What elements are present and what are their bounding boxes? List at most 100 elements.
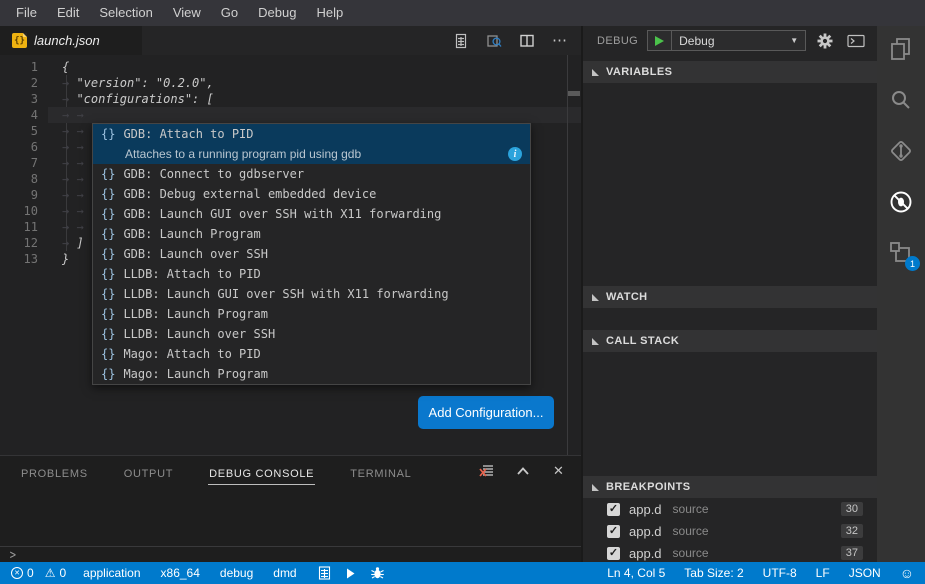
suggestion-item[interactable]: {} Mago: Launch Program i bbox=[93, 364, 530, 384]
code-text: "version": "0.2.0", bbox=[76, 76, 213, 90]
explorer-icon[interactable] bbox=[887, 35, 915, 63]
status-item[interactable]: dmd bbox=[273, 566, 296, 580]
breakpoint-kind: source bbox=[673, 524, 709, 538]
panel-tab[interactable]: PROBLEMS bbox=[20, 460, 89, 485]
panel-tab[interactable]: TERMINAL bbox=[349, 460, 412, 485]
line-number: 7 bbox=[0, 155, 38, 171]
whitespace-marks: → → bbox=[62, 188, 91, 202]
suggestion-label: Mago: Launch Program bbox=[123, 367, 268, 381]
whitespace-marks: → → bbox=[62, 124, 91, 138]
more-actions-icon[interactable]: ⋯ bbox=[551, 32, 569, 50]
search-icon[interactable] bbox=[887, 86, 915, 114]
configure-gear-icon[interactable] bbox=[817, 33, 833, 49]
breakpoint-row[interactable]: ✓ app.d source 32 bbox=[583, 520, 877, 542]
section-watch[interactable]: WATCH bbox=[583, 286, 877, 308]
breakpoint-checkbox[interactable]: ✓ bbox=[607, 525, 620, 538]
close-panel-icon[interactable]: ✕ bbox=[550, 462, 567, 479]
whitespace-marks: → → bbox=[62, 172, 91, 186]
menu-item[interactable]: Help bbox=[306, 0, 353, 26]
breakpoint-row[interactable]: ✓ app.d source 30 bbox=[583, 498, 877, 520]
line-number: 11 bbox=[0, 219, 38, 235]
whitespace-marks: → bbox=[62, 76, 76, 90]
project-file-icon[interactable] bbox=[318, 566, 331, 580]
tab-filename: launch.json bbox=[34, 33, 100, 48]
launch-control-group: Debug ▼ bbox=[647, 30, 806, 51]
extensions-icon[interactable]: 1 bbox=[887, 239, 915, 267]
tab-launch-json[interactable]: {} launch.json bbox=[0, 26, 142, 55]
menu-item[interactable]: Go bbox=[211, 0, 248, 26]
snippet-braces-icon: {} bbox=[101, 127, 115, 141]
run-icon[interactable] bbox=[345, 567, 356, 580]
suggestion-item[interactable]: {} GDB: Debug external embedded device i bbox=[93, 184, 530, 204]
breakpoint-checkbox[interactable]: ✓ bbox=[607, 503, 620, 516]
bug-icon[interactable] bbox=[370, 566, 385, 580]
debug-configuration-select[interactable]: Debug ▼ bbox=[672, 31, 805, 50]
breakpoint-row[interactable]: ✓ app.d source 37 bbox=[583, 542, 877, 564]
panel-tab[interactable]: OUTPUT bbox=[123, 460, 174, 485]
menu-item[interactable]: View bbox=[163, 0, 211, 26]
breakpoint-checkbox[interactable]: ✓ bbox=[607, 547, 620, 560]
menu-item[interactable]: File bbox=[6, 0, 47, 26]
suggestion-label: LLDB: Launch GUI over SSH with X11 forwa… bbox=[123, 287, 448, 301]
panel-tab[interactable]: DEBUG CONSOLE bbox=[208, 460, 315, 485]
debug-console-toggle-icon[interactable] bbox=[847, 34, 865, 48]
twisty-icon bbox=[592, 69, 599, 76]
console-input-divider bbox=[0, 546, 581, 547]
status-item[interactable]: JSON bbox=[849, 566, 881, 580]
snippet-braces-icon: {} bbox=[101, 247, 115, 261]
suggestion-item[interactable]: {} LLDB: Attach to PID i bbox=[93, 264, 530, 284]
menu-item[interactable]: Selection bbox=[89, 0, 162, 26]
split-editor-icon[interactable] bbox=[518, 32, 536, 50]
code-line: 3→ "configurations": [ bbox=[0, 91, 581, 107]
suggestion-item[interactable]: {} GDB: Launch over SSH i bbox=[93, 244, 530, 264]
line-number: 9 bbox=[0, 187, 38, 203]
breakpoint-line-badge: 30 bbox=[841, 502, 863, 516]
problems-indicator[interactable]: ✕ 0 ⚠ 0 bbox=[11, 566, 66, 580]
suggestion-item[interactable]: {} LLDB: Launch over SSH i bbox=[93, 324, 530, 344]
suggestion-item[interactable]: {} GDB: Launch Program i bbox=[93, 224, 530, 244]
suggestion-item[interactable]: {} GDB: Attach to PID Attaches to a runn… bbox=[93, 124, 530, 164]
breakpoints-list: ✓ app.d source 30 ✓ app.d source 32 ✓ ap… bbox=[583, 498, 877, 564]
status-item[interactable]: Ln 4, Col 5 bbox=[607, 566, 665, 580]
feedback-smiley-icon[interactable]: ☺ bbox=[900, 566, 914, 580]
whitespace-marks: → bbox=[62, 236, 76, 250]
suggestion-item[interactable]: {} LLDB: Launch GUI over SSH with X11 fo… bbox=[93, 284, 530, 304]
overview-ruler[interactable] bbox=[567, 55, 568, 455]
status-item[interactable]: x86_64 bbox=[161, 566, 200, 580]
debug-console-input[interactable]: > bbox=[10, 548, 16, 563]
section-call-stack[interactable]: CALL STACK bbox=[583, 330, 877, 352]
suggestion-item[interactable]: {} LLDB: Launch Program i bbox=[93, 304, 530, 324]
suggestion-label: LLDB: Launch over SSH bbox=[123, 327, 275, 341]
status-left-items: application x86_64 debug dmd bbox=[83, 566, 296, 580]
open-settings-json-icon[interactable] bbox=[452, 32, 470, 50]
overview-cursor-marker bbox=[568, 91, 580, 96]
section-variables[interactable]: VARIABLES bbox=[583, 61, 877, 83]
snippet-braces-icon: {} bbox=[101, 207, 115, 221]
status-item[interactable]: Tab Size: 2 bbox=[684, 566, 743, 580]
add-configuration-button[interactable]: Add Configuration... bbox=[418, 396, 554, 429]
maximize-panel-icon[interactable] bbox=[514, 462, 531, 479]
open-preview-icon[interactable] bbox=[485, 32, 503, 50]
debug-icon[interactable] bbox=[887, 188, 915, 216]
status-item[interactable]: application bbox=[83, 566, 140, 580]
start-debugging-button[interactable] bbox=[648, 31, 672, 50]
editor-tab-bar: {} launch.json ⋯ bbox=[0, 26, 581, 55]
source-control-icon[interactable] bbox=[887, 137, 915, 165]
clear-console-icon[interactable] bbox=[478, 462, 495, 479]
code-editor[interactable]: 1{ 2→ "version": "0.2.0", 3→ "configurat… bbox=[0, 55, 581, 455]
suggestion-item[interactable]: {} GDB: Launch GUI over SSH with X11 for… bbox=[93, 204, 530, 224]
status-item[interactable]: debug bbox=[220, 566, 253, 580]
status-item[interactable]: LF bbox=[816, 566, 830, 580]
status-item[interactable]: UTF-8 bbox=[763, 566, 797, 580]
suggestion-item[interactable]: {} Mago: Attach to PID i bbox=[93, 344, 530, 364]
menu-item[interactable]: Debug bbox=[248, 0, 306, 26]
info-icon[interactable]: i bbox=[508, 147, 522, 161]
suggestion-item[interactable]: {} GDB: Connect to gdbserver i bbox=[93, 164, 530, 184]
line-number: 1 bbox=[0, 59, 38, 75]
snippet-braces-icon: {} bbox=[101, 227, 115, 241]
snippet-braces-icon: {} bbox=[101, 347, 115, 361]
menu-item[interactable]: Edit bbox=[47, 0, 89, 26]
debug-toolbar: DEBUG Debug ▼ bbox=[583, 26, 877, 55]
whitespace-marks: → → bbox=[62, 108, 91, 122]
section-breakpoints[interactable]: BREAKPOINTS bbox=[583, 476, 877, 498]
